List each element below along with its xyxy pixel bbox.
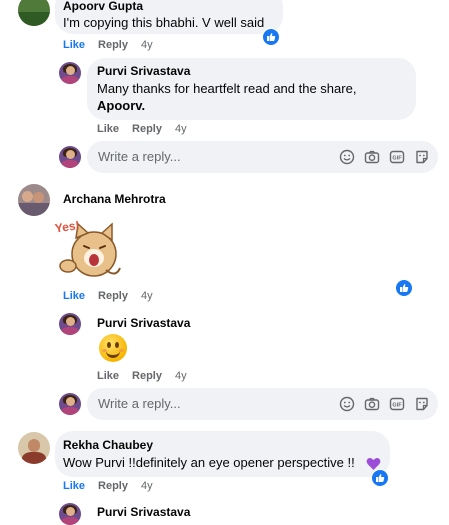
timestamp[interactable]: 4y [141, 290, 153, 302]
like-reaction-icon[interactable] [395, 279, 413, 297]
svg-text:GIF: GIF [392, 155, 402, 161]
avatar[interactable] [18, 184, 50, 216]
avatar[interactable] [59, 503, 81, 525]
gif-icon[interactable]: GIF [389, 396, 405, 412]
emoji-icon[interactable] [339, 149, 355, 165]
avatar [59, 393, 81, 415]
reply-actions: Like Reply 4y [97, 370, 200, 382]
reply-placeholder: Write a reply... [98, 149, 181, 164]
svg-text:GIF: GIF [392, 402, 402, 408]
avatar [59, 146, 81, 168]
reply-button[interactable]: Reply [98, 480, 128, 492]
timestamp[interactable]: 4y [175, 370, 187, 382]
like-button[interactable]: Like [63, 480, 85, 492]
reply-button[interactable]: Reply [98, 290, 128, 302]
comment-author[interactable]: Rekha Chaubey [63, 438, 153, 452]
like-button[interactable]: Like [63, 39, 85, 51]
reply-button[interactable]: Reply [132, 123, 162, 135]
like-reaction-icon[interactable] [262, 28, 280, 46]
comment-actions: Like Reply 4y [63, 290, 166, 302]
avatar[interactable] [59, 62, 81, 84]
gif-icon[interactable]: GIF [389, 149, 405, 165]
reply-placeholder: Write a reply... [98, 396, 181, 411]
reply-button[interactable]: Reply [98, 39, 128, 51]
smile-emoji-icon [99, 334, 127, 362]
comment-text: Wow Purvi !!definitely an eye opener per… [63, 455, 355, 470]
comment-actions: Like Reply 4y [63, 480, 166, 492]
avatar[interactable] [18, 432, 50, 464]
reply-input[interactable]: Write a reply... GIF [87, 388, 438, 420]
avatar[interactable] [59, 313, 81, 335]
like-button[interactable]: Like [97, 370, 119, 382]
like-button[interactable]: Like [63, 290, 85, 302]
sticker-image[interactable]: Yes! [54, 218, 126, 282]
emoji-icon[interactable] [339, 396, 355, 412]
like-button[interactable]: Like [97, 123, 119, 135]
reply-actions: Like Reply 4y [97, 123, 200, 135]
reply-author[interactable]: Purvi Srivastava [97, 64, 190, 78]
comment-text: I'm copying this bhabhi. V well said [63, 15, 265, 30]
camera-icon[interactable] [364, 149, 380, 165]
camera-icon[interactable] [364, 396, 380, 412]
reply-author[interactable]: Purvi Srivastava [97, 316, 190, 330]
avatar[interactable] [18, 0, 50, 26]
comment-actions: Like Reply 4y [63, 39, 166, 51]
reply-author[interactable]: Purvi Srivastava [97, 505, 190, 519]
sticker-icon[interactable] [414, 149, 430, 165]
reply-input[interactable]: Write a reply... GIF [87, 141, 438, 173]
mention-tag[interactable]: Apoorv. [97, 96, 145, 115]
comment-author[interactable]: Apoorv Gupta [63, 0, 143, 13]
timestamp[interactable]: 4y [175, 123, 187, 135]
timestamp[interactable]: 4y [141, 39, 153, 51]
reply-button[interactable]: Reply [132, 370, 162, 382]
comment-author[interactable]: Archana Mehrotra [63, 192, 166, 206]
sticker-icon[interactable] [414, 396, 430, 412]
like-reaction-icon[interactable] [371, 469, 389, 487]
timestamp[interactable]: 4y [141, 480, 153, 492]
